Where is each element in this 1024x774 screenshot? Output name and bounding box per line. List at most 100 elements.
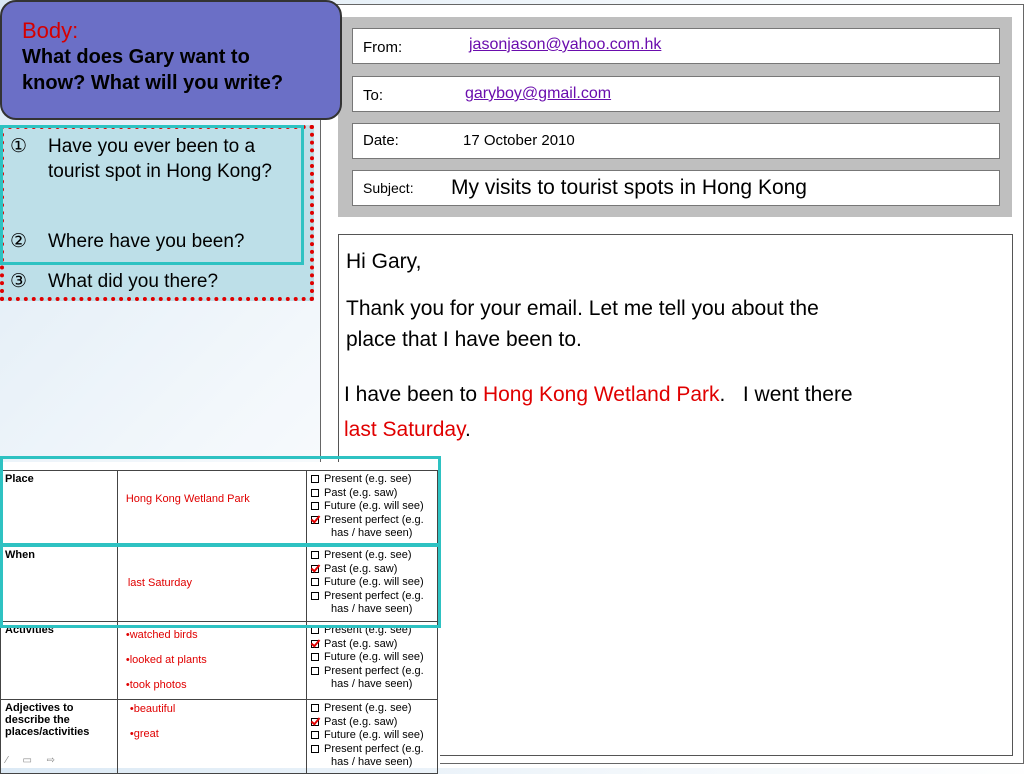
date-field: Date: 17 October 2010 <box>352 123 1000 159</box>
tense-option-label: has / have seen) <box>331 527 413 539</box>
planning-table: Place Hong Kong Wetland Park Present (e.g.… <box>0 470 438 774</box>
tense-option-label: Present (e.g. see) <box>324 549 412 561</box>
tense-option[interactable]: Past (e.g. saw) <box>311 563 433 577</box>
subject-field: Subject: My visits to tourist spots in H… <box>352 170 1000 206</box>
table-row: When last Saturday Present (e.g. see) Past … <box>0 546 438 622</box>
tense-option-continued: has / have seen) <box>311 603 433 617</box>
tense-option-label: Present perfect (e.g. <box>324 664 424 677</box>
tense-option[interactable]: Past (e.g. saw) <box>311 487 433 501</box>
tense-option-label: Past (e.g. saw) <box>324 715 398 728</box>
checkbox[interactable] <box>311 626 320 634</box>
tense-option-label: Future (e.g. will see) <box>324 729 424 741</box>
body-question-line-2: know? What will you write? <box>22 72 284 94</box>
greeting: Hi Gary, <box>346 250 422 273</box>
body-question-line-1: What does Gary want to <box>22 46 250 68</box>
tense-option[interactable]: Present perfect (e.g. <box>311 514 433 528</box>
tense-option-label: Future (e.g. will see) <box>324 576 424 588</box>
table-row: Place Hong Kong Wetland Park Present (e.g.… <box>0 470 438 547</box>
tense-option[interactable]: Past (e.g. saw) <box>311 716 433 730</box>
tense-option[interactable]: Future (e.g. will see) <box>311 651 433 665</box>
para2-time: last Saturday <box>344 418 466 441</box>
tense-option[interactable]: Future (e.g. will see) <box>311 500 433 514</box>
row-label: Place <box>0 470 118 547</box>
to-label: To: <box>363 87 384 104</box>
tense-option[interactable]: Future (e.g. will see) <box>311 576 433 590</box>
tense-option-label: has / have seen) <box>331 603 413 615</box>
tense-option-label: has / have seen) <box>331 678 413 690</box>
content-item: last Saturday <box>127 577 193 589</box>
tense-options: Present (e.g. see) Past (e.g. saw) Future … <box>306 621 438 700</box>
tense-option-label: Past (e.g. saw) <box>324 562 398 575</box>
to-email-link[interactable]: garyboy@gmail.com <box>465 85 611 103</box>
subject-value: My visits to tourist spots in Hong Kong <box>451 176 807 199</box>
tense-option-label: Present perfect (e.g. <box>324 742 424 755</box>
tense-option[interactable]: Present perfect (e.g. <box>311 743 433 757</box>
tense-option-label: Past (e.g. saw) <box>324 637 398 650</box>
tense-option[interactable]: Future (e.g. will see) <box>311 729 433 743</box>
tense-option[interactable]: Present perfect (e.g. <box>311 590 433 604</box>
slide-nav-icons[interactable]: ⁄ ▭ ⇨ <box>6 755 61 766</box>
tense-option-label: Present perfect (e.g. <box>324 589 424 602</box>
tense-option[interactable]: Present (e.g. see) <box>311 624 433 638</box>
checked-checkbox[interactable] <box>311 564 320 573</box>
checkbox[interactable] <box>311 704 320 712</box>
para2-text-a: I have been to <box>344 383 483 406</box>
from-email-link[interactable]: jasonjason@yahoo.com.hk <box>469 36 661 54</box>
question-number: ① <box>10 136 28 157</box>
tense-option-label: Present (e.g. see) <box>324 624 412 636</box>
question-text: Have you ever been to a tourist spot in … <box>48 136 272 182</box>
question-number: ③ <box>10 271 28 292</box>
content-item: •watched birds <box>125 629 198 641</box>
paragraph-2-line-2: last Saturday. <box>344 414 471 445</box>
tense-options: Present (e.g. see) Past (e.g. saw) Future … <box>306 546 438 622</box>
tense-option[interactable]: Present (e.g. see) <box>311 702 433 716</box>
paragraph-1-line-2: place that I have been to. <box>346 328 582 351</box>
checked-checkbox[interactable] <box>311 515 320 524</box>
checkbox[interactable] <box>311 578 320 586</box>
checked-checkbox[interactable] <box>311 717 320 726</box>
row-label: When <box>0 546 118 622</box>
checkbox[interactable] <box>311 731 320 739</box>
tense-option-continued: has / have seen) <box>311 527 433 541</box>
from-label: From: <box>363 39 403 56</box>
tense-option-label: Past (e.g. saw) <box>324 486 398 499</box>
body-question-box: Body: What does Gary want to know? What … <box>0 0 342 120</box>
body-label: Body: <box>22 18 79 43</box>
checkbox[interactable] <box>311 488 320 497</box>
checkbox[interactable] <box>311 744 320 753</box>
row-content: last Saturday <box>116 546 308 622</box>
checkbox[interactable] <box>311 551 320 559</box>
table-row: Adjectives to describe the places/activi… <box>0 699 438 774</box>
row-content: •beautiful •great <box>116 699 308 774</box>
para2-text-b: . I went there <box>719 383 853 406</box>
date-label: Date: <box>363 132 399 149</box>
para2-end: . <box>465 418 471 441</box>
checkbox[interactable] <box>311 475 320 483</box>
checked-checkbox[interactable] <box>311 639 320 648</box>
tense-option[interactable]: Present (e.g. see) <box>311 473 433 487</box>
content-item: •looked at plants <box>125 654 207 666</box>
table-row: Activities •watched birds •looked at plant… <box>0 621 438 700</box>
tense-option-label: Future (e.g. will see) <box>324 500 424 512</box>
content-item: •great <box>129 728 159 740</box>
checkbox[interactable] <box>311 653 320 661</box>
checkbox[interactable] <box>311 666 320 675</box>
tense-option-label: Future (e.g. will see) <box>324 651 424 663</box>
checkbox[interactable] <box>311 591 320 600</box>
row-content: •watched birds •looked at plants •took pho… <box>116 621 308 700</box>
tense-option-label: Present (e.g. see) <box>324 702 412 714</box>
tense-option[interactable]: Past (e.g. saw) <box>311 638 433 652</box>
tense-option[interactable]: Present perfect (e.g. <box>311 665 433 679</box>
checkbox[interactable] <box>311 502 320 510</box>
question-text: Where have you been? <box>48 231 245 252</box>
row-content: Hong Kong Wetland Park <box>116 470 308 547</box>
tense-option[interactable]: Present (e.g. see) <box>311 549 433 563</box>
question-number: ② <box>10 231 28 252</box>
question-text: What did you there? <box>48 271 219 292</box>
paragraph-2-line-1: I have been to Hong Kong Wetland Park. I… <box>344 379 853 410</box>
tense-option-label: has / have seen) <box>331 756 413 768</box>
tense-option-continued: has / have seen) <box>311 678 433 692</box>
to-field: To: garyboy@gmail.com <box>352 76 1000 112</box>
para2-place: Hong Kong Wetland Park <box>482 383 720 406</box>
subject-label: Subject: <box>363 180 414 196</box>
